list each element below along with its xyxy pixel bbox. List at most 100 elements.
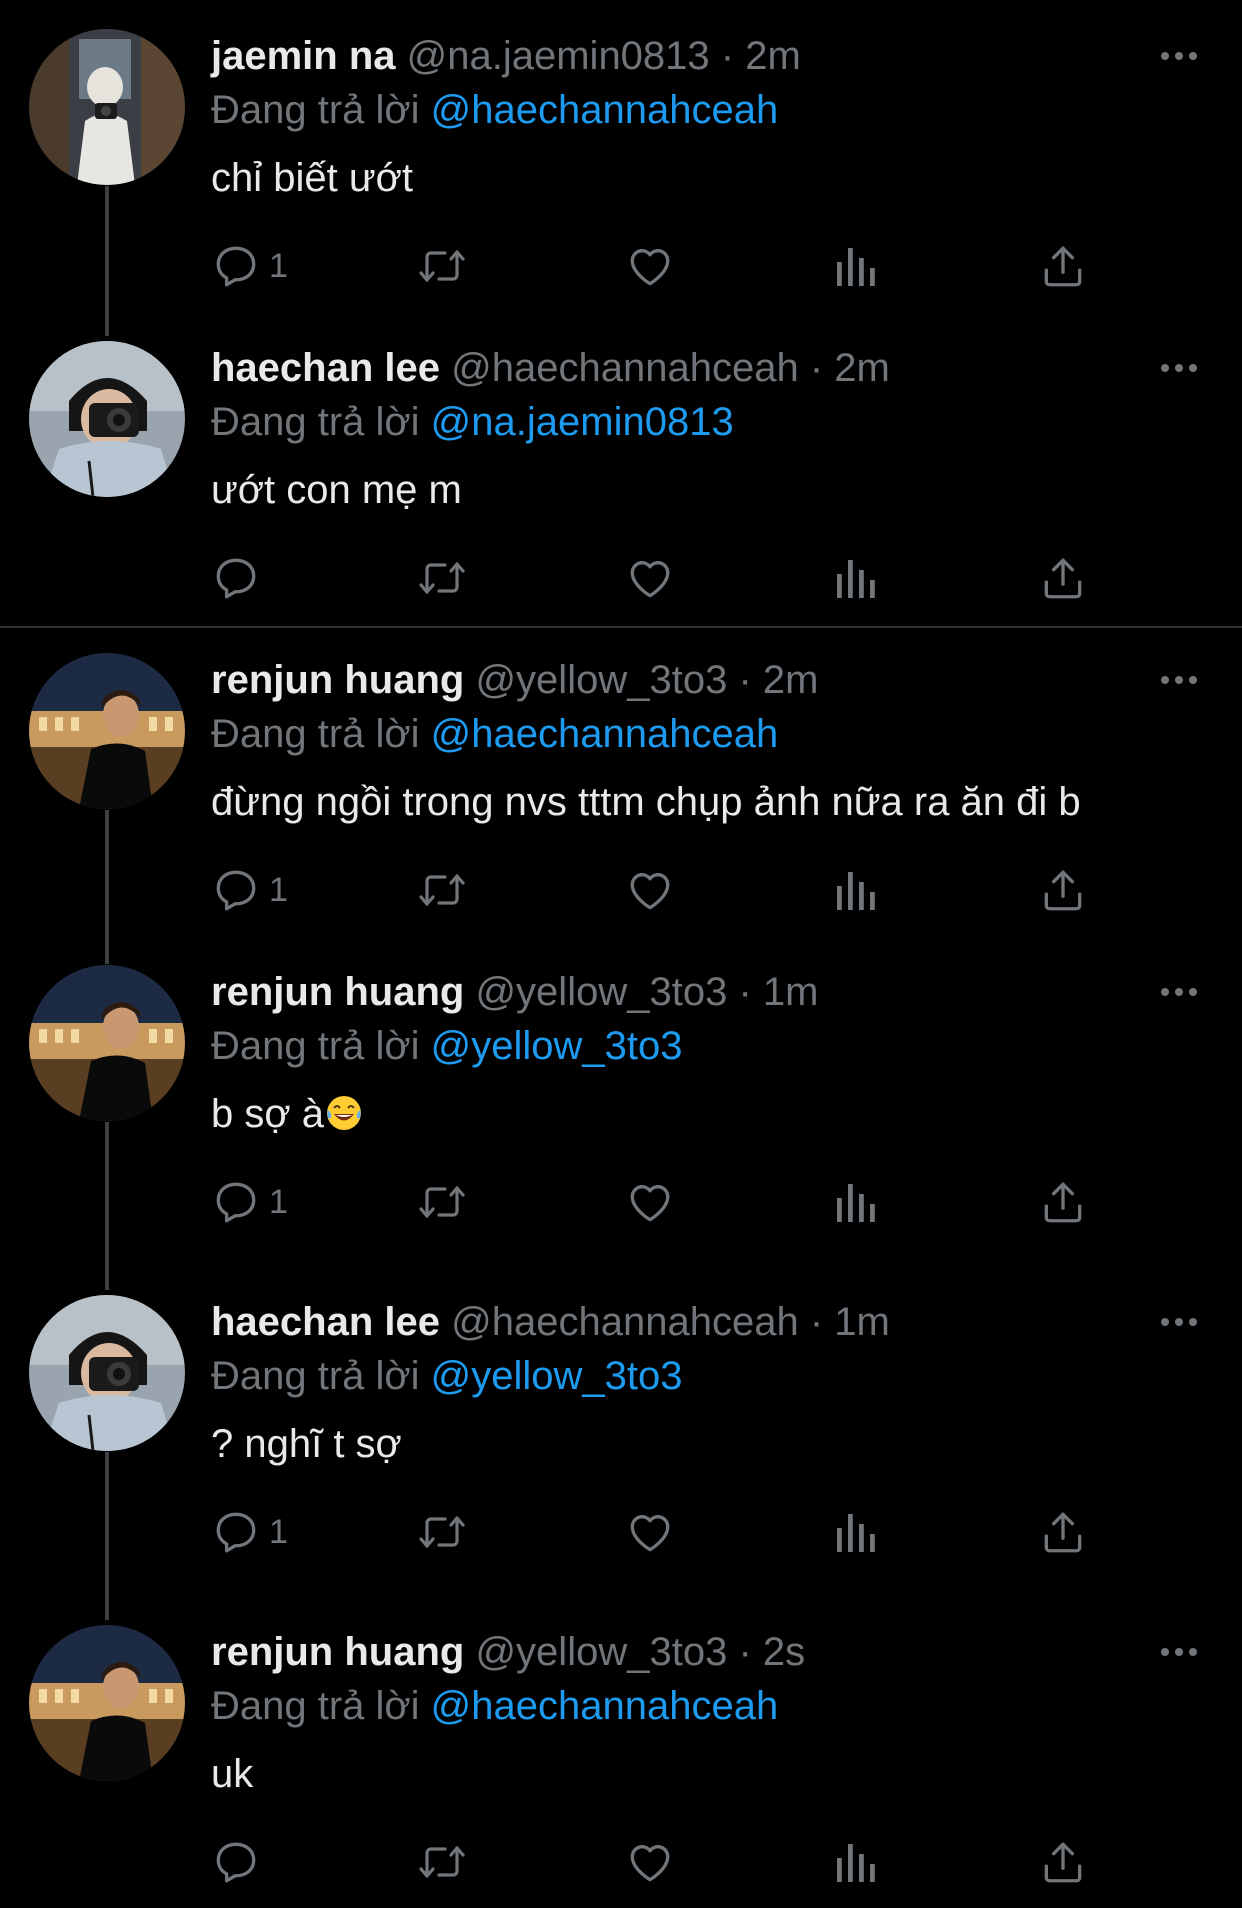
views-chart-icon [833, 1177, 877, 1227]
retweet-button[interactable] [416, 1832, 468, 1892]
more-options-icon[interactable] [1158, 1634, 1200, 1670]
replying-to: Đang trả lời @haechannahceah [211, 84, 778, 136]
user-handle[interactable]: @haechannahceah [451, 1300, 799, 1344]
more-options-icon[interactable] [1158, 38, 1200, 74]
user-handle[interactable]: @yellow_3to3 [475, 970, 727, 1014]
retweet-button[interactable] [416, 1172, 468, 1232]
reply-button[interactable] [211, 1832, 269, 1892]
views-chart-icon [833, 241, 877, 291]
mention-link[interactable]: @yellow_3to3 [431, 1024, 683, 1068]
retweet-button[interactable] [416, 236, 468, 296]
share-icon [1038, 865, 1088, 915]
tweet[interactable]: haechan lee @haechannahceah · 2m Đang tr… [0, 312, 1242, 624]
retweet-icon [416, 865, 468, 915]
separator-dot: · [809, 1300, 824, 1344]
retweet-button[interactable] [416, 860, 468, 920]
heart-icon [625, 1507, 675, 1557]
tweet[interactable]: renjun huang @yellow_3to3 · 2m Đang trả … [0, 624, 1242, 936]
display-name[interactable]: renjun huang [211, 970, 464, 1014]
avatar[interactable] [29, 341, 185, 497]
like-button[interactable] [625, 548, 675, 608]
retweet-icon [416, 241, 468, 291]
timestamp[interactable]: 2s [763, 1630, 805, 1674]
views-button[interactable] [833, 1832, 877, 1892]
tweet-feed: jaemin na @na.jaemin0813 · 2m Đang trả l… [0, 0, 1242, 1883]
tweet-text: ? nghĩ t sợ [211, 1418, 402, 1470]
avatar[interactable] [29, 1625, 185, 1781]
mention-link[interactable]: @haechannahceah [431, 712, 779, 756]
more-options-icon[interactable] [1158, 662, 1200, 698]
share-icon [1038, 1177, 1088, 1227]
heart-icon [625, 241, 675, 291]
tweet[interactable]: renjun huang @yellow_3to3 · 2s Đang trả … [0, 1596, 1242, 1908]
timestamp[interactable]: 1m [763, 970, 819, 1014]
reply-button[interactable]: 1 [211, 860, 288, 920]
reply-button[interactable]: 1 [211, 1502, 288, 1562]
like-button[interactable] [625, 1832, 675, 1892]
display-name[interactable]: renjun huang [211, 658, 464, 702]
retweet-button[interactable] [416, 548, 468, 608]
replying-to: Đang trả lời @haechannahceah [211, 708, 778, 760]
reply-button[interactable]: 1 [211, 1172, 288, 1232]
tweet[interactable]: haechan lee @haechannahceah · 1m Đang tr… [0, 1266, 1242, 1578]
share-button[interactable] [1038, 1172, 1088, 1232]
tweet[interactable]: jaemin na @na.jaemin0813 · 2m Đang trả l… [0, 0, 1242, 312]
reply-icon [211, 1177, 261, 1227]
avatar[interactable] [29, 1295, 185, 1451]
share-button[interactable] [1038, 236, 1088, 296]
views-button[interactable] [833, 1172, 877, 1232]
retweet-icon [416, 1837, 468, 1887]
more-options-icon[interactable] [1158, 1304, 1200, 1340]
retweet-button[interactable] [416, 1502, 468, 1562]
display-name[interactable]: jaemin na [211, 34, 396, 78]
tweet-text: chỉ biết ướt [211, 152, 413, 204]
like-button[interactable] [625, 236, 675, 296]
user-handle[interactable]: @yellow_3to3 [475, 1630, 727, 1674]
retweet-icon [416, 1177, 468, 1227]
views-button[interactable] [833, 860, 877, 920]
tweet-actions: 1 [211, 1172, 1111, 1232]
views-chart-icon [833, 865, 877, 915]
mention-link[interactable]: @yellow_3to3 [431, 1354, 683, 1398]
share-button[interactable] [1038, 548, 1088, 608]
share-button[interactable] [1038, 1502, 1088, 1562]
user-handle[interactable]: @haechannahceah [451, 346, 799, 390]
display-name[interactable]: haechan lee [211, 1300, 440, 1344]
views-button[interactable] [833, 1502, 877, 1562]
share-button[interactable] [1038, 1832, 1088, 1892]
user-handle[interactable]: @yellow_3to3 [475, 658, 727, 702]
replying-to-label: Đang trả lời [211, 88, 420, 132]
timestamp[interactable]: 1m [834, 1300, 890, 1344]
reply-count: 1 [269, 870, 288, 909]
tweet-actions [211, 1832, 1111, 1892]
timestamp[interactable]: 2m [763, 658, 819, 702]
reply-button[interactable]: 1 [211, 236, 288, 296]
tweet-header: haechan lee @haechannahceah · 1m [211, 1296, 890, 1348]
avatar[interactable] [29, 29, 185, 185]
reply-button[interactable] [211, 548, 269, 608]
mention-link[interactable]: @haechannahceah [431, 88, 779, 132]
like-button[interactable] [625, 860, 675, 920]
tweet[interactable]: renjun huang @yellow_3to3 · 1m Đang trả … [0, 936, 1242, 1248]
like-button[interactable] [625, 1502, 675, 1562]
avatar[interactable] [29, 965, 185, 1121]
views-button[interactable] [833, 236, 877, 296]
tweet-header: jaemin na @na.jaemin0813 · 2m [211, 30, 801, 82]
heart-icon [625, 1837, 675, 1887]
share-button[interactable] [1038, 860, 1088, 920]
timestamp[interactable]: 2m [834, 346, 890, 390]
display-name[interactable]: renjun huang [211, 1630, 464, 1674]
mention-link[interactable]: @haechannahceah [431, 1684, 779, 1728]
like-button[interactable] [625, 1172, 675, 1232]
avatar[interactable] [29, 653, 185, 809]
views-button[interactable] [833, 548, 877, 608]
heart-icon [625, 1177, 675, 1227]
timestamp[interactable]: 2m [745, 34, 801, 78]
more-options-icon[interactable] [1158, 974, 1200, 1010]
share-icon [1038, 1837, 1088, 1887]
more-options-icon[interactable] [1158, 350, 1200, 386]
user-handle[interactable]: @na.jaemin0813 [407, 34, 710, 78]
display-name[interactable]: haechan lee [211, 346, 440, 390]
mention-link[interactable]: @na.jaemin0813 [431, 400, 734, 444]
share-icon [1038, 553, 1088, 603]
